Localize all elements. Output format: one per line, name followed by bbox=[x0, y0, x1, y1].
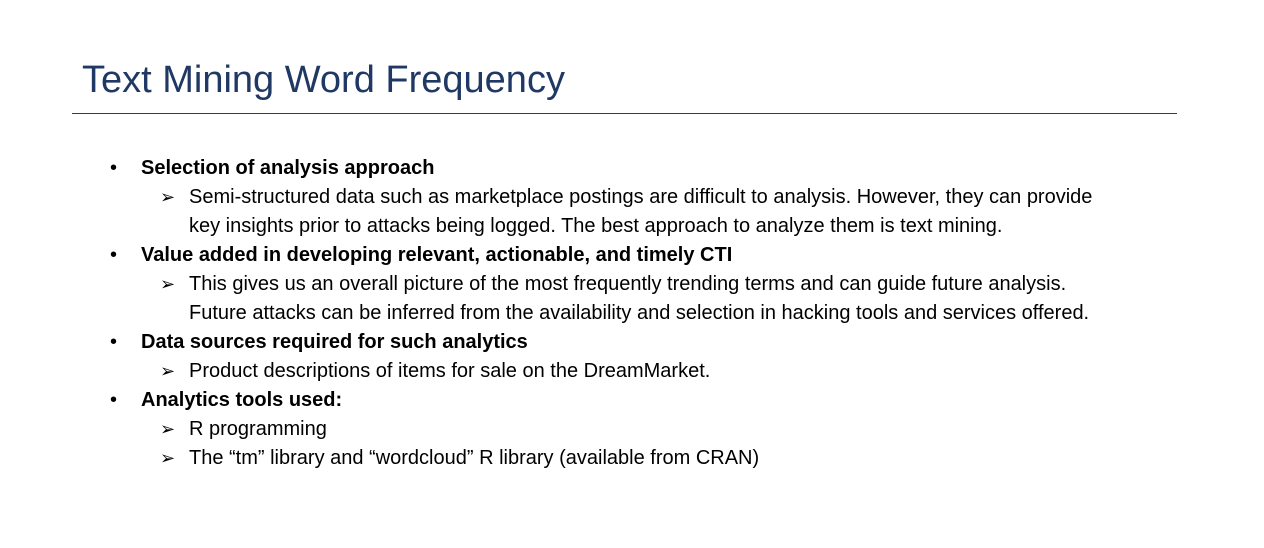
bullet-heading-text: Analytics tools used: bbox=[141, 389, 343, 411]
sub-item: ➢ Semi-structured data such as marketpla… bbox=[0, 183, 1111, 241]
sub-item: ➢ R programming bbox=[0, 415, 1111, 444]
sub-item: ➢ The “tm” library and “wordcloud” R lib… bbox=[0, 444, 1111, 473]
sub-item: ➢ This gives us an overall picture of th… bbox=[0, 270, 1111, 328]
bullet-dot-icon: • bbox=[110, 389, 118, 411]
bullet-heading-text: Data sources required for such analytics bbox=[141, 331, 528, 353]
bullet-heading-text: Selection of analysis approach bbox=[141, 157, 435, 179]
sub-item-text: Product descriptions of items for sale o… bbox=[189, 360, 711, 382]
bullet-dot-icon: • bbox=[110, 157, 118, 179]
bullet-dot-icon: • bbox=[110, 331, 118, 353]
title-divider bbox=[72, 113, 1177, 114]
bullet-heading: • Selection of analysis approach bbox=[0, 154, 1264, 183]
bullet-heading: • Value added in developing relevant, ac… bbox=[0, 241, 1264, 270]
arrow-bullet-icon: ➢ bbox=[160, 361, 176, 381]
sub-item-text: Semi-structured data such as marketplace… bbox=[189, 186, 1093, 237]
slide-content: • Selection of analysis approach ➢ Semi-… bbox=[0, 154, 1264, 473]
slide: Text Mining Word Frequency • Selection o… bbox=[0, 0, 1264, 548]
sub-item-text: R programming bbox=[189, 418, 327, 440]
bullet-heading-text: Value added in developing relevant, acti… bbox=[141, 244, 733, 266]
bullet-heading: • Data sources required for such analyti… bbox=[0, 328, 1264, 357]
arrow-bullet-icon: ➢ bbox=[160, 274, 176, 294]
arrow-bullet-icon: ➢ bbox=[160, 448, 176, 468]
slide-title: Text Mining Word Frequency bbox=[82, 59, 565, 101]
arrow-bullet-icon: ➢ bbox=[160, 419, 176, 439]
bullet-dot-icon: • bbox=[110, 244, 118, 266]
sub-item-text: This gives us an overall picture of the … bbox=[189, 273, 1090, 324]
sub-item: ➢ Product descriptions of items for sale… bbox=[0, 357, 1111, 386]
arrow-bullet-icon: ➢ bbox=[160, 187, 176, 207]
bullet-heading: • Analytics tools used: bbox=[0, 386, 1264, 415]
sub-item-text: The “tm” library and “wordcloud” R libra… bbox=[189, 447, 760, 469]
